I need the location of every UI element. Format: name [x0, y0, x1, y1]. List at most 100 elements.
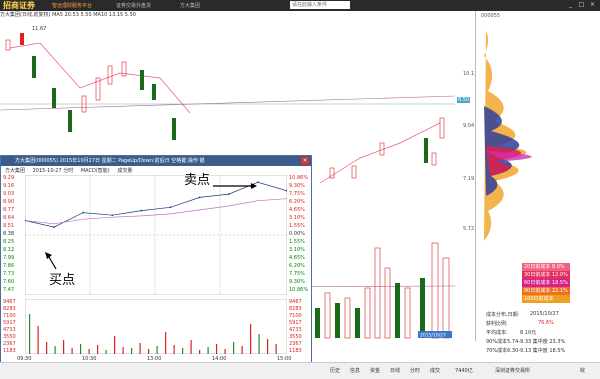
volume-tick: 1183	[3, 348, 16, 354]
pct-tick: 1.55%	[289, 223, 305, 229]
chip-distribution	[484, 31, 532, 241]
pct-tick: 7.75%	[289, 271, 305, 277]
annotation-arrows	[45, 183, 257, 270]
price-tick: 8.64	[3, 215, 15, 221]
price-tick: 8.12	[3, 247, 15, 253]
candle	[172, 118, 176, 140]
buy-arrow	[48, 256, 57, 270]
candle	[140, 70, 144, 90]
pct-tick: 1.55%	[289, 239, 305, 245]
status-tab-history[interactable]: 历史	[330, 367, 340, 374]
title-bar: 招商证券 智远理财服务平台 证券交易外盘货 方大集团 请在此输入条件 _ □ ×	[0, 0, 600, 11]
price-tick: 5.72	[463, 226, 475, 232]
intraday-popup[interactable]: 方大集团(000055) 2015年10月27日 星期二 PageUp/Down…	[0, 155, 312, 365]
pct-tick: 6.20%	[289, 199, 305, 205]
volume-bar	[420, 278, 425, 338]
volume-tick: 8283	[289, 306, 302, 312]
chip-code: 000055	[481, 13, 501, 19]
date-tag: 2015/10/27	[420, 333, 446, 339]
sell-arrowhead	[251, 183, 257, 189]
candle	[431, 152, 437, 166]
maximize-button[interactable]: □	[577, 1, 586, 9]
volume-bar	[374, 247, 381, 339]
volume-bar	[324, 292, 331, 339]
pct-tick: 7.75%	[289, 191, 305, 197]
volume-bar	[431, 242, 439, 339]
high-price-label: 11.67	[32, 26, 46, 32]
volume-tick: 9467	[289, 299, 302, 305]
ma-line	[0, 95, 455, 111]
price-marker: 8.50	[457, 97, 471, 103]
volume-tick: 4733	[3, 327, 16, 333]
volume-tick: 7100	[289, 313, 302, 319]
pct-tick: 9.30%	[289, 279, 305, 285]
candle	[424, 138, 428, 163]
profit-value: 76.6%	[538, 320, 554, 326]
price-tick: 8.51	[3, 223, 15, 229]
price-axis: 10.11 8.50 9.04 7.19 5.72	[455, 11, 477, 341]
price-tick: 7.60	[3, 279, 15, 285]
avg-cost-label: 平均成本:	[486, 330, 508, 336]
candle	[439, 117, 445, 139]
price-tick: 7.86	[3, 263, 15, 269]
chip-date-label: 成本分布,日期:	[486, 312, 520, 318]
exchange-name: 深圳证券交易所	[495, 368, 531, 374]
chip-legend-label: 30日前成本 12.0%	[524, 272, 568, 278]
price-tick: 9.03	[3, 191, 15, 197]
volume-tick: 4733	[289, 327, 302, 333]
volume-tick: 3550	[289, 334, 302, 340]
profit-label: 获利比例:	[486, 321, 508, 327]
pct-tick: 4.65%	[289, 207, 305, 213]
price-tick: 7.73	[3, 271, 15, 277]
app-slogan: 智远理财服务平台	[52, 3, 93, 9]
chip-legend-item: 20日前成本 8.0%	[522, 263, 570, 271]
candle	[52, 88, 56, 108]
price-tick: 8.38	[3, 231, 15, 237]
price-tick: 7.19	[463, 176, 475, 182]
pct-tick: 3.10%	[289, 215, 305, 221]
chip-legend-item: 90日前成本 22.1%	[522, 287, 570, 295]
volume-tick: 9467	[3, 299, 16, 305]
chip-legend-label: 90日前成本 22.1%	[524, 288, 568, 294]
volume-bar	[442, 257, 450, 339]
pct-tick: 0.00%	[289, 231, 305, 237]
status-bar: 历史 信息 资金 日线 分时 成交 7440亿 深圳证券交易所 收	[0, 362, 600, 379]
status-tab-daily[interactable]: 日线	[390, 367, 400, 374]
candle	[351, 165, 357, 179]
volume-bar	[315, 308, 320, 338]
close-button[interactable]: ×	[588, 1, 597, 9]
avg-cost-value: 8.10元	[520, 330, 537, 336]
status-tab-info[interactable]: 信息	[350, 367, 360, 374]
pct-tick: 9.30%	[289, 183, 305, 189]
pct-tick: 3.10%	[289, 247, 305, 253]
status-tab-funds[interactable]: 资金	[370, 367, 380, 374]
volume-tick: 8283	[3, 306, 16, 312]
price-tick: 8.77	[3, 207, 15, 213]
volume-bar	[335, 303, 340, 338]
chip-legend-label: 60日前成本 18.5%	[524, 280, 568, 286]
chip-date-value: 2015/10/27	[530, 311, 559, 317]
status-tab-trades[interactable]: 成交	[430, 367, 440, 374]
volume-tick: 3550	[3, 334, 16, 340]
menu-context[interactable]: 证券交易外盘货	[116, 2, 151, 9]
volume-tick: 7100	[3, 313, 16, 319]
volume-bar	[404, 287, 411, 339]
candle	[107, 65, 113, 85]
kline-info: 方大集团(日线,前复权) MA5 20.53 5.50 MA10 13.15 5…	[0, 12, 136, 18]
pct-tick: 10.86%	[289, 175, 309, 181]
chip-legend-label: 20日前成本 8.0%	[524, 264, 565, 270]
price-tick: 9.04	[463, 123, 475, 129]
volume-bar	[355, 308, 360, 338]
chip-legend-item: 30日前成本 12.0%	[522, 271, 570, 279]
price-tick: 9.16	[3, 183, 15, 189]
volume-bar	[384, 267, 391, 339]
minimize-button[interactable]: _	[566, 1, 575, 9]
candle	[32, 56, 36, 78]
pct-tick: 10.86%	[289, 287, 309, 293]
price-tick: 7.99	[3, 255, 15, 261]
candle	[20, 33, 24, 45]
market-status: 收	[580, 368, 586, 374]
status-tab-intraday[interactable]: 分时	[410, 367, 420, 374]
cost-90: 90%成本5.74-9.33 集中度 23.3%	[486, 339, 566, 345]
search-input[interactable]: 请在此输入条件	[290, 1, 350, 9]
